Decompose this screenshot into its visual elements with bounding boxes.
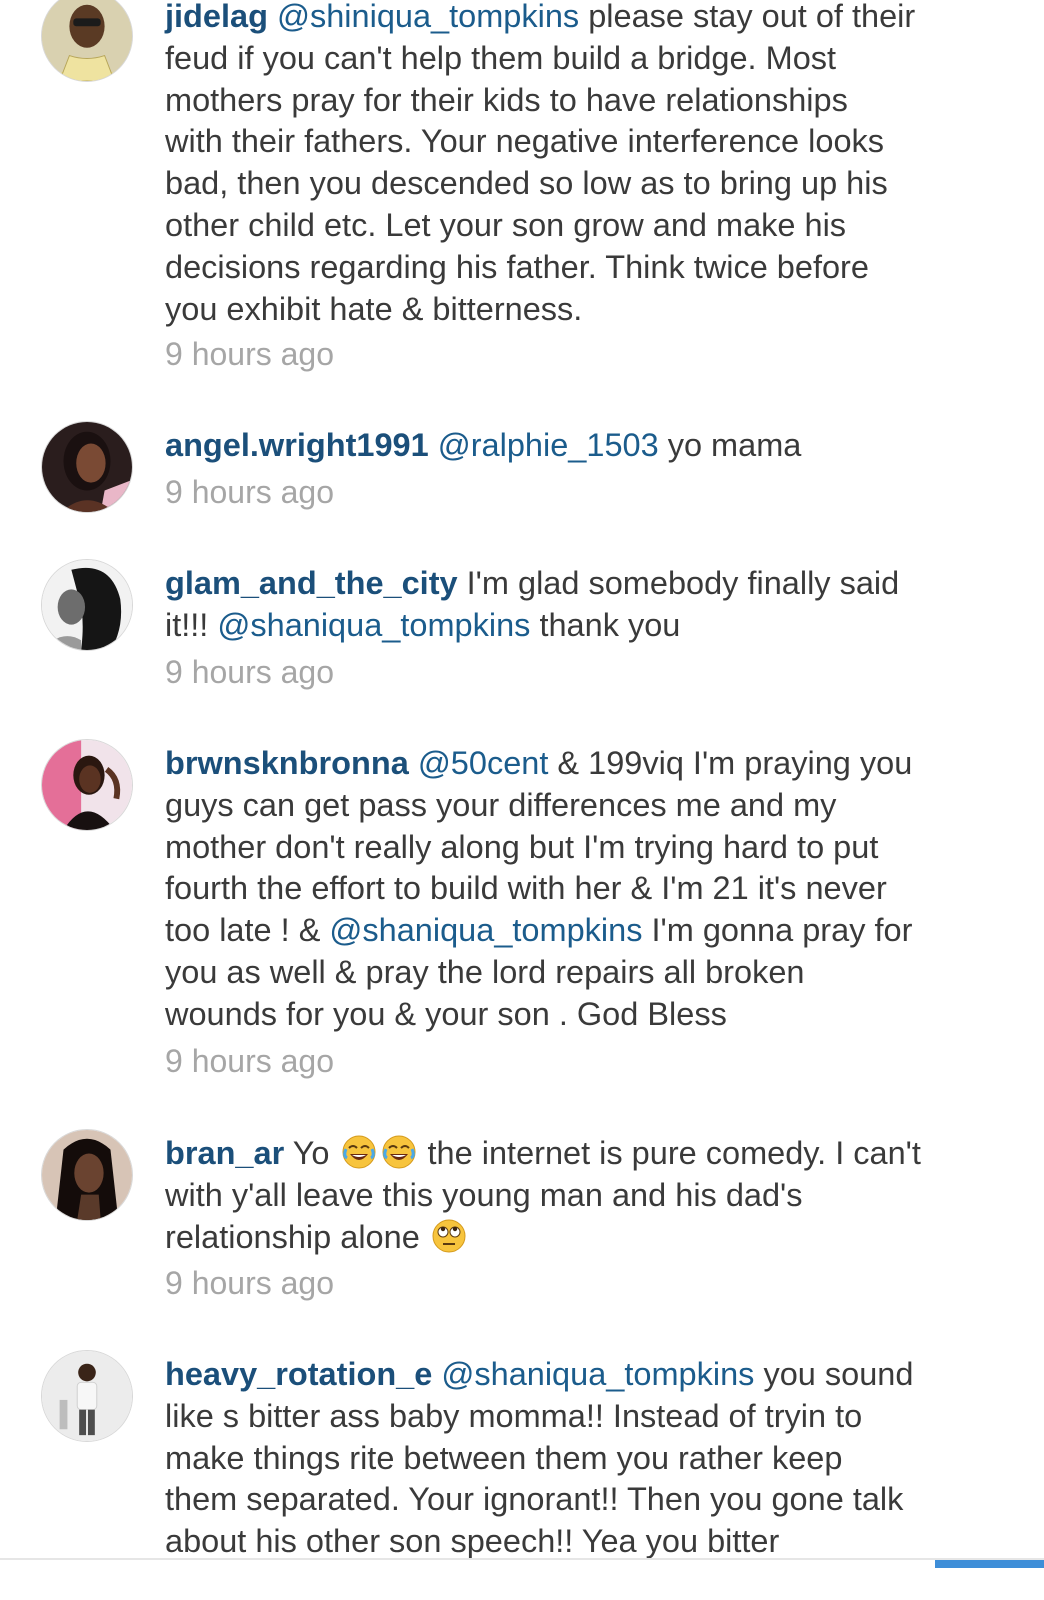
comment-text-segment: please stay out of their — [579, 0, 916, 34]
comment-line: with their fathers. Your negative interf… — [165, 121, 995, 163]
comment-line: you exhibit hate & bitterness. — [165, 289, 995, 331]
comment-text-segment: thank you — [530, 606, 681, 643]
mention-link[interactable]: @shaniqua_tompkins — [217, 607, 530, 643]
comment-line: jidelag @shiniqua_tompkins please stay o… — [165, 0, 995, 38]
bottom-accent-bar[interactable] — [935, 1560, 1044, 1568]
comment-text-segment: make things rite between them you rather… — [165, 1439, 843, 1476]
comment-text-segment: feud if you can't help them build a brid… — [165, 39, 837, 76]
bottom-divider — [0, 1558, 1044, 1560]
comment-text-segment: fourth the effort to build with her & I'… — [165, 870, 887, 907]
joy-emoji-icon — [341, 1134, 377, 1170]
timestamp: 9 hours ago — [165, 1043, 335, 1079]
comment-line: bran_ar Yo the internet is pure comedy. … — [165, 1133, 995, 1175]
comment-line: you as well & pray the lord repairs all … — [165, 952, 995, 994]
timestamp: 9 hours ago — [165, 654, 335, 690]
comment-line: fourth the effort to build with her & I'… — [165, 868, 995, 910]
comment-line: make things rite between them you rather… — [165, 1438, 995, 1480]
comment-line: bad, then you descended so low as to bri… — [165, 163, 995, 205]
comment-text-segment: I'm gonna pray for — [642, 912, 913, 949]
comment-line: too late ! & @shaniqua_tompkins I'm gonn… — [165, 910, 995, 952]
avatar[interactable] — [41, 1350, 133, 1442]
rolling-eyes-emoji-icon — [431, 1218, 467, 1254]
comment-text-segment: it!!! — [165, 606, 218, 643]
comment-text-segment: about his other son speech!! Yea you bit… — [165, 1523, 780, 1560]
comment-text-segment: decisions regarding his father. Think tw… — [165, 248, 869, 285]
comment-line: decisions regarding his father. Think tw… — [165, 247, 995, 289]
comment-line: it!!! @shaniqua_tompkins thank you — [165, 605, 995, 647]
comment-line: with y'all leave this young man and his … — [165, 1175, 995, 1217]
comment-line: feud if you can't help them build a brid… — [165, 38, 995, 80]
comment-text-segment: you sound — [754, 1356, 914, 1392]
comment-text-segment: the internet is pure comedy. I can't — [418, 1135, 921, 1171]
username-link[interactable]: brwnsknbronna — [165, 745, 409, 781]
comment-line: mothers pray for their kids to have rela… — [165, 80, 995, 122]
timestamp: 9 hours ago — [165, 474, 335, 510]
comment-line: glam_and_the_city I'm glad somebody fina… — [165, 563, 995, 605]
comment-text-segment: other child etc. Let your son grow and m… — [165, 206, 847, 243]
comment-text: bran_ar Yo the internet is pure comedy. … — [165, 1133, 995, 1258]
avatar[interactable] — [41, 739, 133, 831]
comment-line: other child etc. Let your son grow and m… — [165, 205, 995, 247]
comment-line: brwnsknbronna @50cent & 199viq I'm prayi… — [165, 743, 995, 785]
comment-text-segment: yo mama — [658, 427, 802, 463]
timestamp: 9 hours ago — [165, 336, 335, 372]
comment-line: angel.wright1991 @ralphie_1503 yo mama — [165, 425, 995, 467]
comment-line: mother don't really along but I'm trying… — [165, 827, 995, 869]
comment-text-segment: mother don't really along but I'm trying… — [165, 828, 879, 865]
comment-text: jidelag @shiniqua_tompkins please stay o… — [165, 0, 995, 330]
comment-text-segment: relationship alone — [165, 1218, 429, 1255]
comment-text: glam_and_the_city I'm glad somebody fina… — [165, 563, 995, 647]
comment-text: heavy_rotation_e @shaniqua_tompkins you … — [165, 1354, 995, 1563]
avatar[interactable] — [41, 1129, 133, 1221]
comment-line: about his other son speech!! Yea you bit… — [165, 1521, 995, 1563]
comment-text-segment: guys can get pass your differences me an… — [165, 786, 837, 823]
comment-line: them separated. Your ignorant!! Then you… — [165, 1479, 995, 1521]
mention-link[interactable]: @shiniqua_tompkins — [277, 0, 579, 34]
comment-line: relationship alone — [165, 1217, 995, 1259]
comment-line: heavy_rotation_e @shaniqua_tompkins you … — [165, 1354, 995, 1396]
comment-text-segment: with their fathers. Your negative interf… — [165, 123, 885, 160]
comment-text: angel.wright1991 @ralphie_1503 yo mama — [165, 425, 995, 467]
mention-link[interactable]: @ralphie_1503 — [438, 427, 659, 463]
mention-link[interactable]: @shaniqua_tompkins — [329, 912, 642, 948]
comment-text-segment: wounds for you & your son . God Bless — [165, 995, 727, 1032]
timestamp: 9 hours ago — [165, 1265, 335, 1301]
avatar[interactable] — [41, 559, 133, 651]
username-link[interactable]: heavy_rotation_e — [165, 1356, 432, 1392]
comment-text: brwnsknbronna @50cent & 199viq I'm prayi… — [165, 743, 995, 1036]
username-link[interactable]: bran_ar — [165, 1135, 284, 1171]
mention-link[interactable]: @shaniqua_tompkins — [441, 1356, 754, 1392]
username-link[interactable]: glam_and_the_city — [165, 565, 458, 601]
comment-text-segment: you as well & pray the lord repairs all … — [165, 953, 805, 990]
comment-line: wounds for you & your son . God Bless — [165, 994, 995, 1036]
comment-text-segment: I'm glad somebody finally said — [466, 565, 900, 601]
comment-text-segment: Yo — [292, 1135, 339, 1171]
comment-text-segment: them separated. Your ignorant!! Then you… — [165, 1481, 904, 1518]
joy-emoji-icon — [381, 1134, 417, 1170]
comment-text-segment: with y'all leave this young man and his … — [165, 1176, 803, 1213]
username-link[interactable]: angel.wright1991 — [165, 427, 429, 463]
comment-text-segment: like s bitter ass baby momma!! Instead o… — [165, 1397, 863, 1434]
avatar[interactable] — [41, 421, 133, 513]
comment-text-segment: mothers pray for their kids to have rela… — [165, 81, 848, 118]
comment-text-segment: bad, then you descended so low as to bri… — [165, 165, 888, 202]
avatar[interactable] — [41, 0, 133, 82]
mention-link[interactable]: @50cent — [418, 745, 549, 781]
username-link[interactable]: jidelag — [165, 0, 268, 34]
comment-line: guys can get pass your differences me an… — [165, 785, 995, 827]
comment-text-segment: & 199viq I'm praying you — [548, 745, 913, 781]
comment-line: like s bitter ass baby momma!! Instead o… — [165, 1396, 995, 1438]
comment-text-segment: you exhibit hate & bitterness. — [165, 290, 583, 327]
comment-text-segment: too late ! & — [165, 912, 330, 949]
